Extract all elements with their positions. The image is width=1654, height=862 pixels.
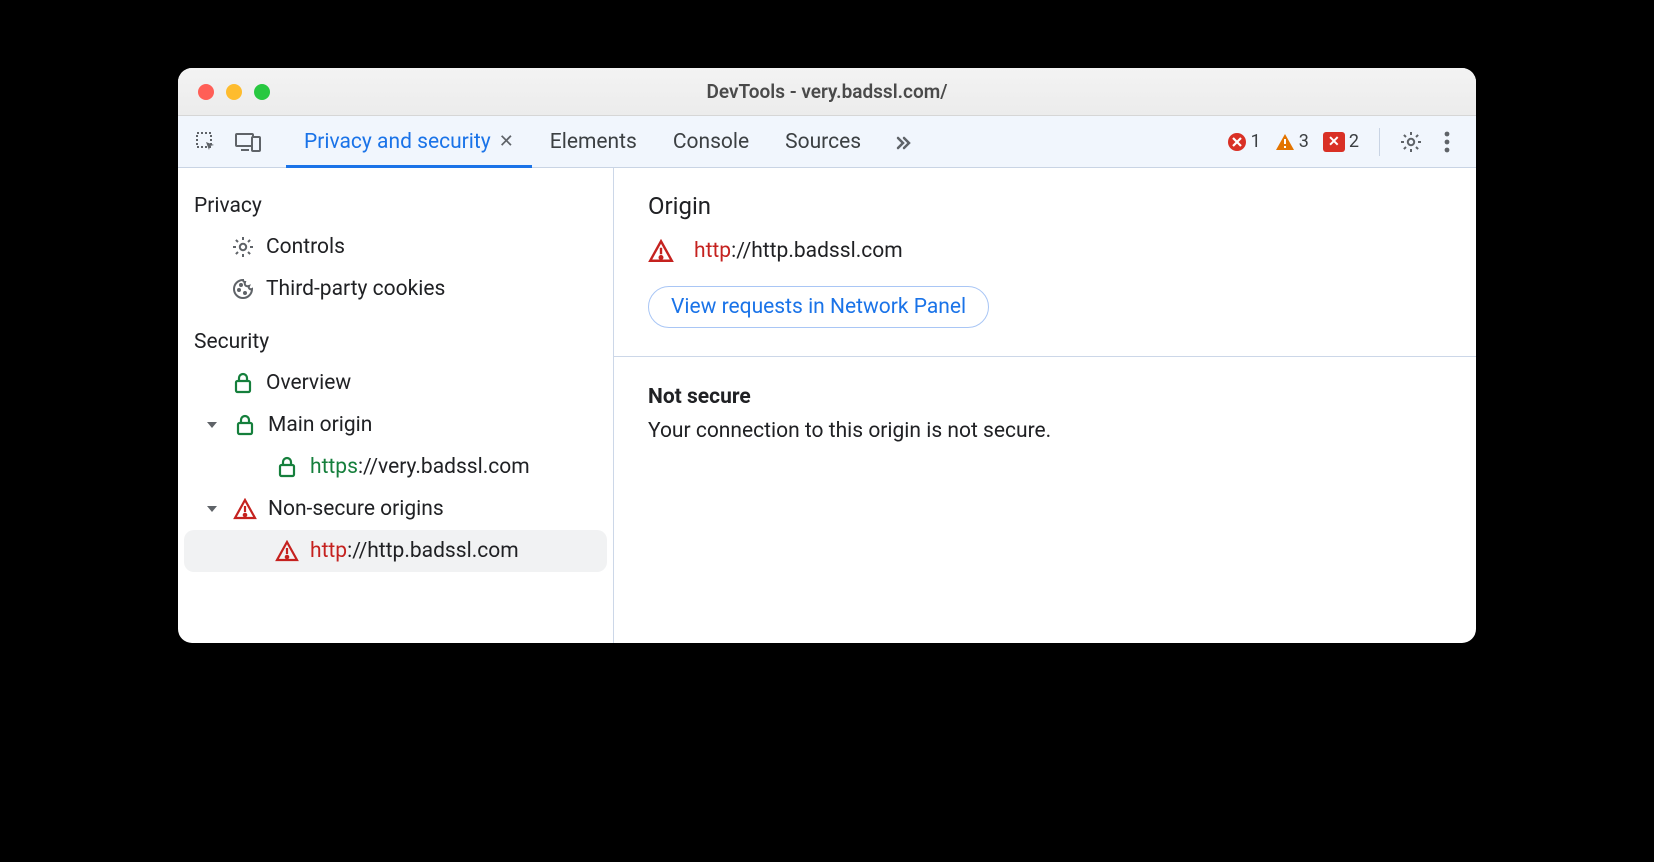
url-scheme: http — [694, 239, 731, 263]
titlebar: DevTools - very.badssl.com/ — [178, 68, 1476, 116]
privacy-section-header: Privacy — [178, 184, 613, 226]
tab-sources[interactable]: Sources — [767, 116, 879, 167]
close-window-button[interactable] — [198, 84, 214, 100]
url-scheme: http — [310, 539, 347, 563]
tab-label: Elements — [550, 130, 637, 154]
toolbar-divider — [1379, 128, 1380, 156]
url-scheme: https — [310, 455, 358, 479]
url-rest: ://http.badssl.com — [347, 539, 519, 563]
tab-label: Privacy and security — [304, 130, 491, 154]
url-rest: ://very.badssl.com — [358, 455, 530, 479]
warning-triangle-icon — [232, 496, 258, 522]
sidebar-item-nonsecure-url[interactable]: http://http.badssl.com — [184, 530, 607, 572]
view-requests-button[interactable]: View requests in Network Panel — [648, 286, 989, 328]
error-icon — [1227, 132, 1247, 152]
more-options-button[interactable] — [1432, 127, 1462, 157]
devtools-window: DevTools - very.badssl.com/ Privacy and — [178, 68, 1476, 643]
sidebar-item-label: Main origin — [268, 413, 372, 437]
devtools-toolbar: Privacy and security ✕ Elements Console … — [178, 116, 1476, 168]
window-title: DevTools - very.badssl.com/ — [178, 80, 1476, 103]
error-count: 1 — [1251, 131, 1261, 152]
sidebar-item-overview[interactable]: Overview — [178, 362, 613, 404]
sidebar-item-label: Overview — [266, 371, 351, 395]
tab-privacy-and-security[interactable]: Privacy and security ✕ — [286, 116, 532, 167]
warning-triangle-icon — [274, 538, 300, 564]
issues-count: 2 — [1349, 131, 1359, 152]
origin-section: Origin http://http.badssl.com View reque… — [614, 168, 1476, 357]
lock-icon — [230, 370, 256, 396]
origin-url: https://very.badssl.com — [310, 455, 530, 479]
chevron-down-icon — [206, 502, 220, 516]
issues-count-badge[interactable]: ✕ 2 — [1319, 131, 1363, 152]
tab-console[interactable]: Console — [655, 116, 767, 167]
warning-count: 3 — [1299, 131, 1309, 152]
warning-icon — [1275, 132, 1295, 152]
origin-url: http://http.badssl.com — [694, 239, 903, 263]
sidebar-item-main-origin[interactable]: Main origin — [178, 404, 613, 446]
tab-label: Sources — [785, 130, 861, 154]
main-panel: Origin http://http.badssl.com View reque… — [614, 168, 1476, 643]
sidebar-item-label: Controls — [266, 235, 345, 259]
sidebar-item-label: Third-party cookies — [266, 277, 445, 301]
close-icon[interactable]: ✕ — [499, 131, 514, 152]
security-sidebar: Privacy Controls Third-party cookies Sec… — [178, 168, 614, 643]
issues-icon: ✕ — [1323, 132, 1345, 152]
lock-icon — [232, 412, 258, 438]
sidebar-item-controls[interactable]: Controls — [178, 226, 613, 268]
warning-triangle-icon — [648, 238, 674, 264]
minimize-window-button[interactable] — [226, 84, 242, 100]
device-toolbar-icon[interactable] — [234, 128, 262, 156]
sidebar-item-third-party-cookies[interactable]: Third-party cookies — [178, 268, 613, 310]
tab-elements[interactable]: Elements — [532, 116, 655, 167]
content-area: Privacy Controls Third-party cookies Sec… — [178, 168, 1476, 643]
origin-url-row: http://http.badssl.com — [648, 238, 1442, 264]
origin-url: http://http.badssl.com — [310, 539, 519, 563]
tab-label: Console — [673, 130, 749, 154]
url-rest: ://http.badssl.com — [731, 239, 903, 263]
toolbar-right: 1 3 ✕ 2 — [1223, 116, 1468, 167]
lock-icon — [274, 454, 300, 480]
window-controls — [178, 84, 270, 100]
sidebar-item-label: Non-secure origins — [268, 497, 444, 521]
status-title: Not secure — [648, 385, 1442, 409]
sidebar-item-nonsecure-origins[interactable]: Non-secure origins — [178, 488, 613, 530]
more-tabs-button[interactable] — [879, 116, 927, 167]
settings-button[interactable] — [1396, 127, 1426, 157]
sidebar-item-main-origin-url[interactable]: https://very.badssl.com — [178, 446, 613, 488]
origin-heading: Origin — [648, 192, 1442, 220]
gear-icon — [230, 234, 256, 260]
security-section-header: Security — [178, 310, 613, 362]
warning-count-badge[interactable]: 3 — [1271, 131, 1313, 152]
panel-tabs: Privacy and security ✕ Elements Console … — [286, 116, 927, 167]
inspect-element-icon[interactable] — [192, 128, 220, 156]
error-count-badge[interactable]: 1 — [1223, 131, 1265, 152]
chevron-down-icon — [206, 418, 220, 432]
maximize-window-button[interactable] — [254, 84, 270, 100]
status-section: Not secure Your connection to this origi… — [614, 357, 1476, 471]
cookie-icon — [230, 276, 256, 302]
toolbar-left — [192, 116, 262, 167]
status-description: Your connection to this origin is not se… — [648, 419, 1442, 443]
